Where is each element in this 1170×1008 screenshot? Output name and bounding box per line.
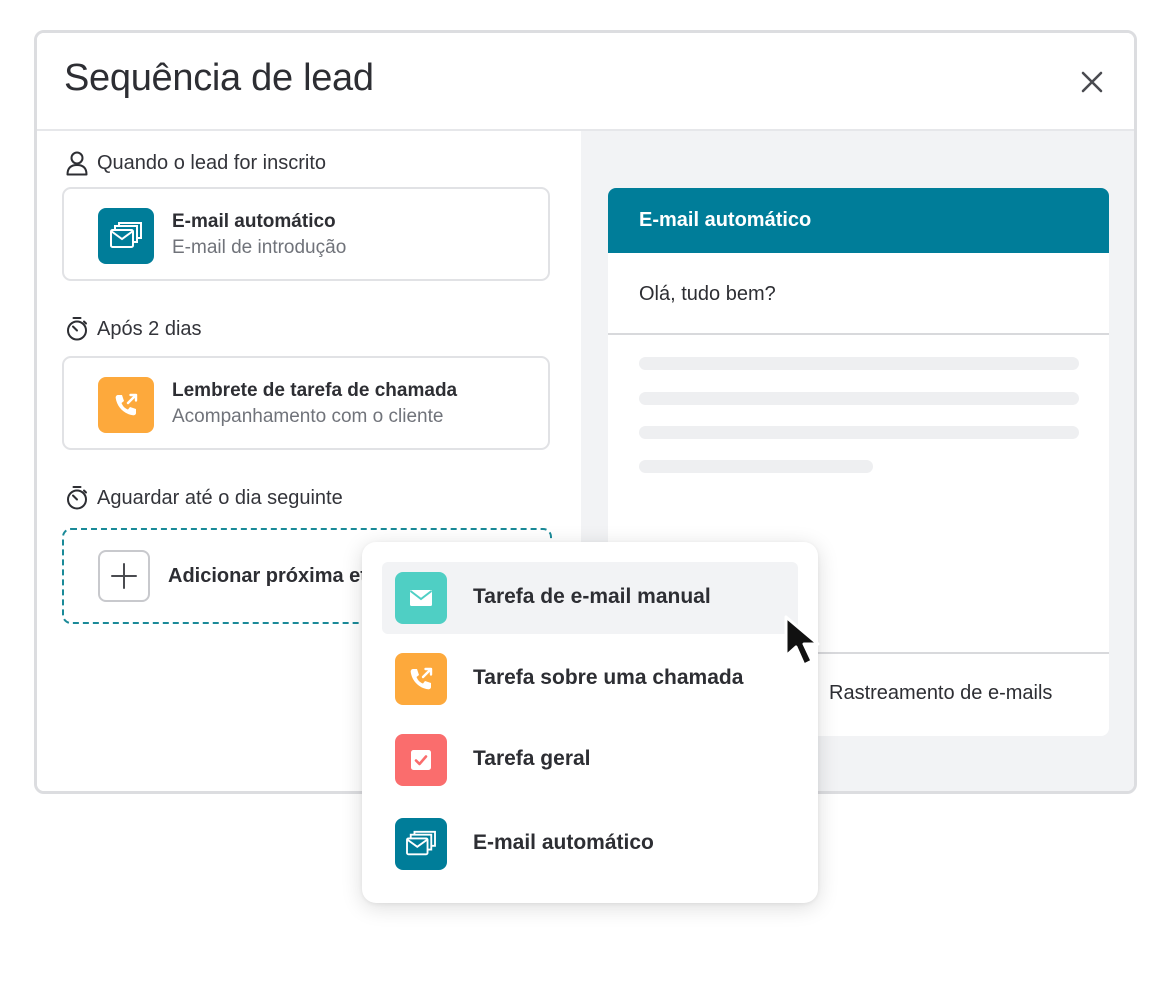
step-subtitle: E-mail de introdução — [172, 237, 347, 258]
preview-subject: Olá, tudo bem? — [608, 253, 1109, 335]
add-next-step-label: Adicionar próxima et — [168, 565, 367, 587]
menu-item-label: Tarefa geral — [473, 747, 591, 770]
trigger-text: Quando o lead for inscrito — [97, 151, 327, 174]
menu-item-label: Tarefa sobre uma chamada — [473, 666, 744, 689]
plus-icon — [98, 550, 150, 602]
step-title: Lembrete de tarefa de chamada — [172, 380, 458, 401]
menu-item-general-task[interactable]: Tarefa geral — [382, 724, 798, 796]
menu-item-label: E-mail automático — [473, 831, 654, 854]
timer-icon — [67, 317, 87, 341]
person-icon — [66, 151, 88, 176]
trigger-text: Após 2 dias — [97, 317, 202, 340]
skeleton-line — [639, 460, 873, 473]
email-stack-icon — [98, 208, 154, 264]
skeleton-line — [639, 426, 1079, 439]
menu-item-auto-email[interactable]: E-mail automático — [382, 808, 798, 880]
step-title: E-mail automático — [172, 211, 336, 232]
email-stack-icon — [395, 818, 447, 870]
skeleton-line — [639, 392, 1079, 405]
next-step-dropdown: Tarefa de e-mail manual Tarefa sobre uma… — [362, 542, 818, 903]
checkbox-icon — [395, 734, 447, 786]
trigger-text: Aguardar até o dia seguinte — [97, 486, 343, 509]
modal-title: Sequência de lead — [64, 57, 374, 99]
step-card-call-reminder[interactable]: Lembrete de tarefa de chamada Acompanham… — [62, 356, 550, 450]
preview-header: E-mail automático — [608, 188, 1109, 253]
phone-callback-icon — [395, 653, 447, 705]
mouse-cursor-icon — [782, 614, 834, 675]
step-trigger-label: Após 2 dias — [65, 316, 202, 342]
email-tracking-label: Rastreamento de e-mails — [829, 682, 1053, 704]
envelope-icon — [395, 572, 447, 624]
close-icon — [1081, 71, 1103, 93]
menu-item-manual-email-task[interactable]: Tarefa de e-mail manual — [382, 562, 798, 634]
menu-item-label: Tarefa de e-mail manual — [473, 585, 711, 608]
timer-icon — [67, 486, 87, 510]
step-card-auto-email[interactable]: E-mail automático E-mail de introdução — [62, 187, 550, 281]
modal-header: Sequência de lead — [37, 33, 1134, 131]
step-subtitle: Acompanhamento com o cliente — [172, 406, 444, 427]
skeleton-line — [639, 357, 1079, 370]
menu-item-call-task[interactable]: Tarefa sobre uma chamada — [382, 643, 798, 715]
step-trigger-label: Quando o lead for inscrito — [65, 150, 326, 176]
step-trigger-label: Aguardar até o dia seguinte — [65, 485, 343, 511]
close-button[interactable] — [1077, 67, 1107, 97]
phone-callback-icon — [98, 377, 154, 433]
